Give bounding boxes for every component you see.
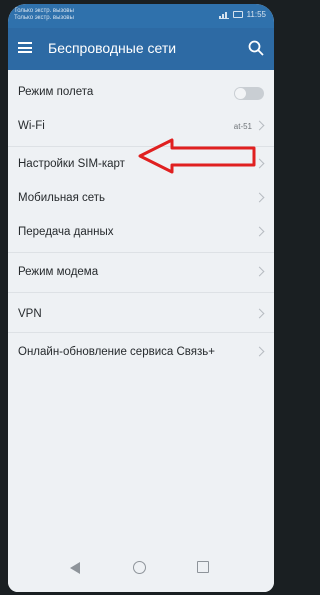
setting-airplane-mode[interactable]: Режим полета <box>8 76 274 110</box>
divider <box>8 332 274 333</box>
setting-vpn[interactable]: VPN <box>8 298 274 332</box>
setting-online-update[interactable]: Онлайн-обновление сервиса Связь+ <box>8 336 274 370</box>
chevron-right-icon <box>254 120 265 131</box>
setting-label: Настройки SIM-карт <box>18 158 125 170</box>
chevron-right-icon <box>254 266 265 277</box>
setting-label: Режим полета <box>18 86 94 98</box>
setting-data-transfer[interactable]: Передача данных <box>8 216 274 250</box>
divider <box>8 292 274 293</box>
chevron-right-icon <box>254 346 265 357</box>
setting-label: VPN <box>18 308 42 320</box>
setting-modem-mode[interactable]: Режим модема <box>8 256 274 290</box>
signal-icon <box>218 11 229 19</box>
setting-label: Онлайн-обновление сервиса Связь+ <box>18 346 215 358</box>
recent-apps-icon[interactable] <box>197 561 209 573</box>
status-time: 11:55 <box>246 10 266 19</box>
wifi-network-name: at-51 <box>233 122 252 131</box>
setting-label: Передача данных <box>18 226 114 238</box>
status-bar: Только экстр. вызовы Только экстр. вызов… <box>8 4 274 28</box>
menu-icon[interactable] <box>18 42 32 53</box>
status-text-line1: Только экстр. вызовы <box>14 8 74 14</box>
status-text-line2: Только экстр. вызовы <box>14 15 74 21</box>
chevron-right-icon <box>254 192 265 203</box>
setting-label: Мобильная сеть <box>18 192 106 204</box>
app-bar: Беспроводные сети <box>8 28 274 70</box>
home-icon[interactable] <box>133 561 146 574</box>
page-title: Беспроводные сети <box>48 40 177 56</box>
search-icon[interactable] <box>248 40 264 56</box>
chevron-right-icon <box>254 308 265 319</box>
setting-mobile-network[interactable]: Мобильная сеть <box>8 182 274 216</box>
divider <box>8 252 274 253</box>
status-carrier: Только экстр. вызовы Только экстр. вызов… <box>14 8 74 22</box>
airplane-mode-toggle[interactable] <box>234 87 264 100</box>
setting-label: Режим модема <box>18 266 99 278</box>
red-arrow-annotation <box>138 138 256 174</box>
setting-label: Wi-Fi <box>18 120 45 132</box>
battery-icon <box>232 11 243 18</box>
navigation-bar <box>8 546 274 592</box>
status-icons: 11:55 <box>218 10 266 19</box>
back-icon[interactable] <box>70 562 80 574</box>
chevron-right-icon <box>254 226 265 237</box>
phone-screen: Только экстр. вызовы Только экстр. вызов… <box>8 4 274 592</box>
